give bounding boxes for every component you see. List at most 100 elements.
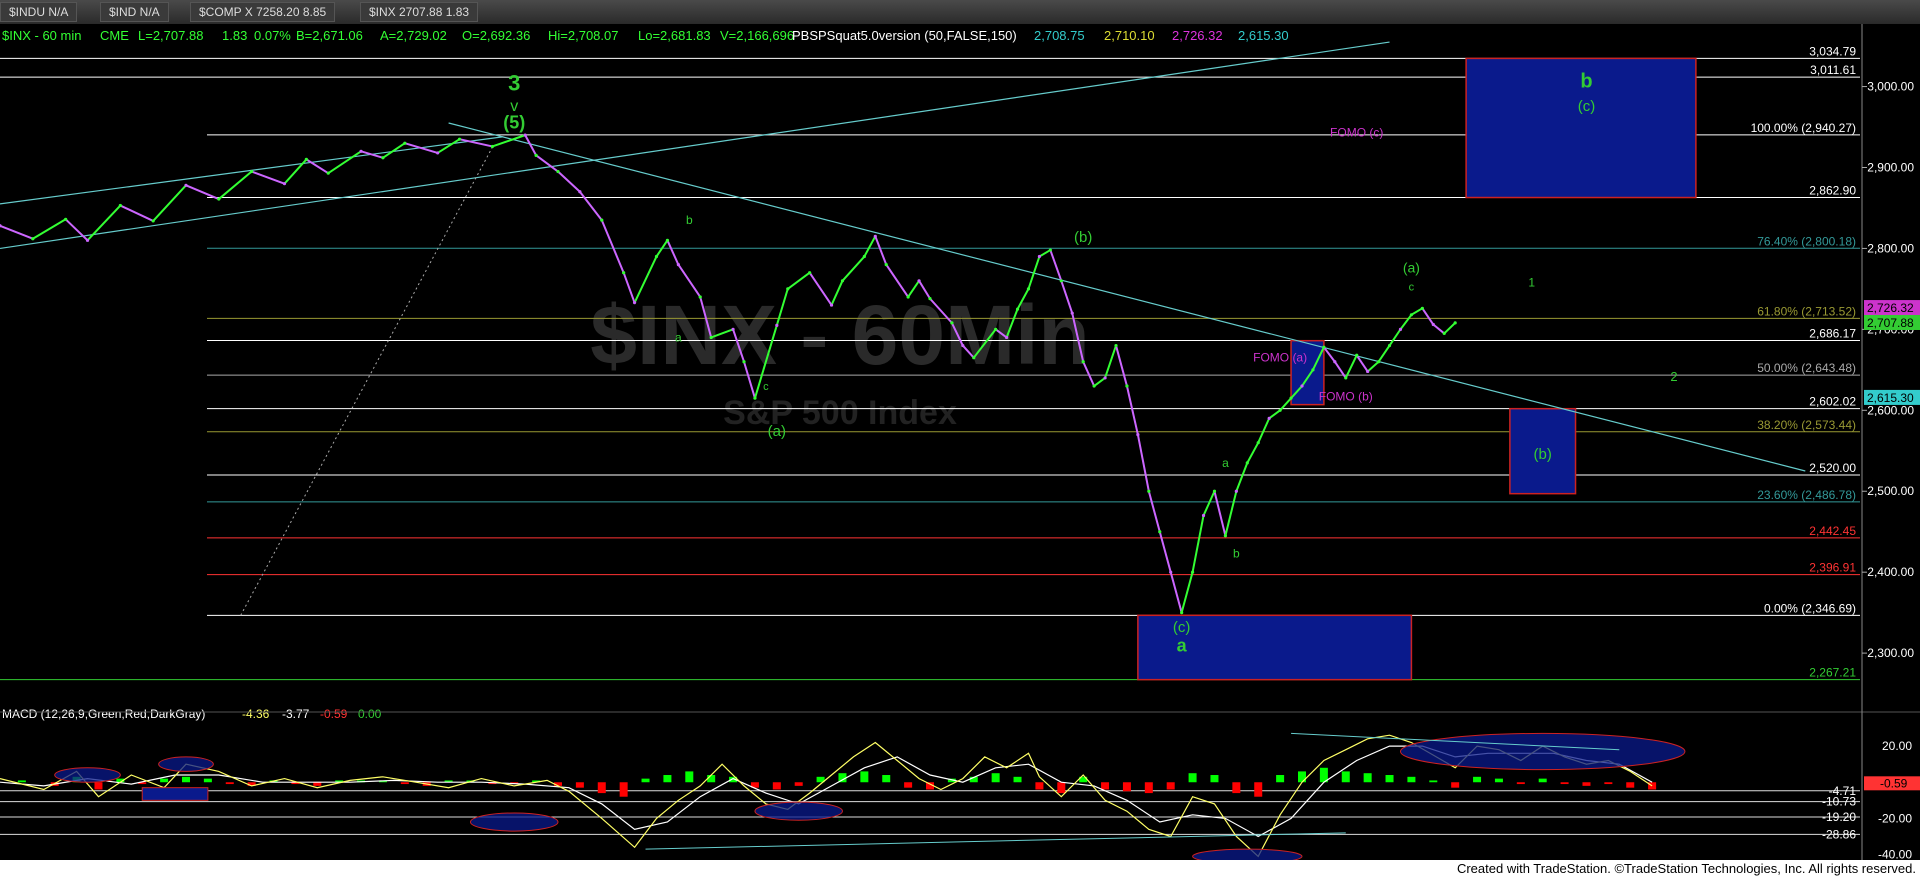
tab-indu[interactable]: $INDU N/A: [0, 2, 78, 22]
level-label-11: 23.60% (2,486.78): [1757, 488, 1856, 502]
level-label-12: 2,442.45: [1809, 524, 1856, 538]
y-tick-label-0: 2,300.00: [1867, 646, 1914, 660]
macd-ellipse-5: [1399, 732, 1686, 771]
wave-label-19: FOMO (c): [1330, 126, 1383, 140]
macd-hist-bar-68: [1516, 782, 1525, 785]
macd-hist-bar-73: [1626, 782, 1635, 788]
macd-hist-bar-71: [1582, 782, 1591, 786]
macd-hist-bar-58: [1298, 771, 1306, 783]
y-tick-label-3: 2,600.00: [1867, 403, 1914, 417]
price-point-57: [1103, 376, 1107, 380]
price-point-12: [359, 149, 363, 153]
price-point-75: [1300, 384, 1304, 388]
price-point-89: [1453, 321, 1457, 325]
price-point-1: [31, 237, 35, 241]
tab-comp[interactable]: $COMP X 7258.20 8.85: [190, 2, 336, 22]
tab-ind[interactable]: $IND N/A: [100, 2, 169, 22]
price-point-49: [1015, 307, 1020, 311]
macd-current-tag-label: -0.59: [1880, 776, 1908, 790]
wave-label-10: 1: [1528, 275, 1535, 289]
y-tick-label-1: 2,400.00: [1867, 565, 1914, 579]
macd-y-tick-label-2: -40.00: [1878, 848, 1912, 860]
price-point-61: [1147, 489, 1151, 493]
price-point-39: [873, 234, 877, 238]
wave-label-13: b: [1233, 547, 1240, 561]
symbol-tab-bar: $INDU N/A $IND N/A $COMP X 7258.20 8.85 …: [0, 0, 1920, 25]
price-tag-label-1: 2,707.88: [1867, 316, 1914, 330]
price-point-70: [1245, 461, 1249, 465]
price-point-13: [381, 156, 385, 160]
macd-value-zero: 0.00: [358, 707, 382, 721]
indicator-value-2: 2,710.10: [1104, 28, 1155, 43]
price-point-26: [665, 238, 670, 242]
price-point-48: [1004, 335, 1009, 340]
price-point-47: [994, 327, 998, 331]
macd-hist-bar-72: [1604, 782, 1613, 785]
price-point-34: [786, 287, 790, 291]
level-label-2: 100.00% (2,940.27): [1751, 121, 1856, 135]
indicator-value-4: 2,615.30: [1238, 28, 1289, 43]
level-label-7: 50.00% (2,643.48): [1757, 361, 1856, 375]
price-point-88: [1442, 331, 1446, 336]
header-indicator: PBSPSquat5.0version (50,FALSE,150): [792, 28, 1017, 43]
price-point-38: [862, 254, 866, 259]
price-point-18: [523, 133, 527, 137]
macd-hist-bar-34: [772, 782, 781, 790]
macd-hist-bar-8: [203, 778, 212, 783]
header-last: L=2,707.88: [138, 28, 203, 43]
macd-hist-bar-69: [1538, 778, 1547, 783]
price-point-31: [742, 360, 746, 364]
price-point-41: [906, 295, 910, 299]
price-point-23: [622, 271, 626, 275]
price-point-71: [1256, 441, 1260, 445]
macd-hist-bar-39: [882, 775, 891, 783]
wave-label-17: b: [1580, 70, 1592, 92]
price-point-82: [1376, 360, 1381, 364]
macd-level-label-2: -19.20: [1822, 810, 1856, 824]
price-point-79: [1344, 376, 1348, 380]
header-symbol: $INX - 60 min: [2, 28, 81, 43]
tab-inx[interactable]: $INX 2707.88 1.83: [360, 2, 479, 22]
wave-label-6: (a): [768, 423, 786, 440]
level-label-3: 2,862.90: [1809, 184, 1856, 198]
level-label-14: 0.00% (2,346.69): [1764, 601, 1856, 615]
macd-value-fast: -4.36: [242, 707, 270, 721]
price-point-27: [676, 263, 680, 267]
wave-label-7: (b): [1074, 229, 1092, 246]
price-point-17: [490, 144, 494, 149]
wave-label-2: (5): [503, 113, 525, 133]
price-point-40: [884, 263, 888, 267]
level-label-13: 2,396.91: [1809, 561, 1856, 575]
price-point-87: [1431, 322, 1435, 327]
level-label-9: 38.20% (2,573.44): [1757, 418, 1856, 432]
price-point-69: [1234, 489, 1238, 493]
price-point-66: [1201, 513, 1206, 518]
price-point-32: [753, 396, 757, 400]
price-point-85: [1409, 313, 1414, 317]
price-point-56: [1092, 384, 1096, 388]
macd-hist-bar-0: [17, 780, 26, 783]
wave-label-0: 3: [508, 71, 520, 96]
price-point-65: [1190, 570, 1195, 574]
price-point-22: [600, 218, 604, 222]
macd-hist-bar-25: [575, 782, 584, 788]
price-point-6: [184, 183, 188, 187]
macd-y-tick-label-1: -20.00: [1878, 811, 1912, 825]
footer-text: Created with TradeStation. ©TradeStation…: [1456, 861, 1916, 876]
macd-hist-bar-55: [1232, 782, 1241, 794]
level-label-6: 2,686.17: [1809, 327, 1856, 341]
level-label-10: 2,520.00: [1809, 461, 1856, 475]
wave-label-3: b: [686, 213, 693, 227]
indicator-value-1: 2,708.75: [1034, 28, 1085, 43]
price-point-51: [1037, 254, 1042, 259]
price-point-80: [1355, 353, 1359, 357]
header-high: Hi=2,708.07: [548, 28, 618, 43]
price-point-35: [808, 271, 812, 275]
chart-canvas[interactable]: $INX - 60Min S&P 500 Index $INX - 60 min…: [0, 24, 1920, 860]
price-point-11: [326, 171, 330, 175]
price-point-44: [950, 321, 954, 325]
macd-hist-bar-38: [860, 771, 869, 783]
price-point-84: [1398, 327, 1403, 331]
price-point-77: [1322, 345, 1326, 349]
indicator-value-3: 2,726.32: [1172, 28, 1223, 43]
